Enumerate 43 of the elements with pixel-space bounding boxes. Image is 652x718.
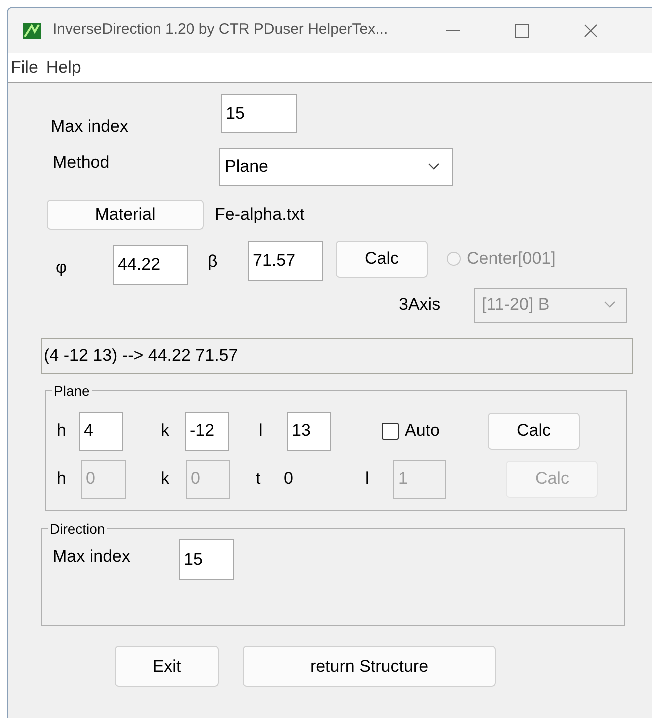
chevron-down-icon <box>428 163 440 171</box>
index-label: h <box>57 468 68 490</box>
minimize-icon[interactable] <box>446 30 460 32</box>
menu-item[interactable]: Help <box>46 54 82 80</box>
beta-label: β <box>208 251 219 274</box>
input-field[interactable]: -12 <box>185 412 229 450</box>
input-field[interactable]: 4 <box>79 412 123 450</box>
menu-item[interactable]: File <box>11 54 38 80</box>
max-index-label: Max index <box>53 546 132 568</box>
checkbox[interactable] <box>382 422 399 440</box>
axis-label: 3Axis <box>399 294 442 316</box>
auto-label: Auto <box>405 420 440 442</box>
app-icon <box>23 22 41 38</box>
index-label: l <box>259 420 264 442</box>
center-label: Center[001] <box>467 248 556 270</box>
index-label: k <box>161 468 170 490</box>
result-display: (4 -12 13) --> 44.22 71.57 <box>41 338 633 374</box>
input-field[interactable]: 15 <box>221 94 297 133</box>
method-dropdown[interactable]: Plane <box>219 148 453 186</box>
index-label: l <box>365 468 370 490</box>
max-index-label: Max index <box>51 116 130 138</box>
chevron-down-icon <box>604 301 616 309</box>
material-file: Fe-alpha.txt <box>215 204 305 226</box>
material-button[interactable]: Material <box>47 200 204 230</box>
method-label: Method <box>53 152 111 174</box>
input-field[interactable]: 44.22 <box>113 245 188 285</box>
phi-label: φ <box>56 257 68 280</box>
index-label: h <box>57 420 68 442</box>
dropdown-value: [11-20] B <box>482 294 550 316</box>
window-title: InverseDirection 1.20 by CTR PDuser HelperTex... <box>53 20 388 40</box>
input-field[interactable]: 15 <box>179 539 234 580</box>
index-label: t <box>256 468 262 490</box>
dropdown-value: Plane <box>225 156 268 178</box>
action-button[interactable]: Exit <box>115 646 219 687</box>
maximize-icon[interactable] <box>515 24 530 38</box>
index-label: k <box>161 420 170 442</box>
close-icon[interactable] <box>584 24 598 38</box>
input-field[interactable]: 13 <box>287 412 331 450</box>
calc-button[interactable]: Calc <box>336 240 428 278</box>
input-field[interactable]: 71.57 <box>248 241 323 281</box>
index-value: 0 <box>284 468 294 490</box>
action-button[interactable]: return Structure <box>243 646 496 687</box>
calc-button[interactable]: Calc <box>488 412 580 450</box>
